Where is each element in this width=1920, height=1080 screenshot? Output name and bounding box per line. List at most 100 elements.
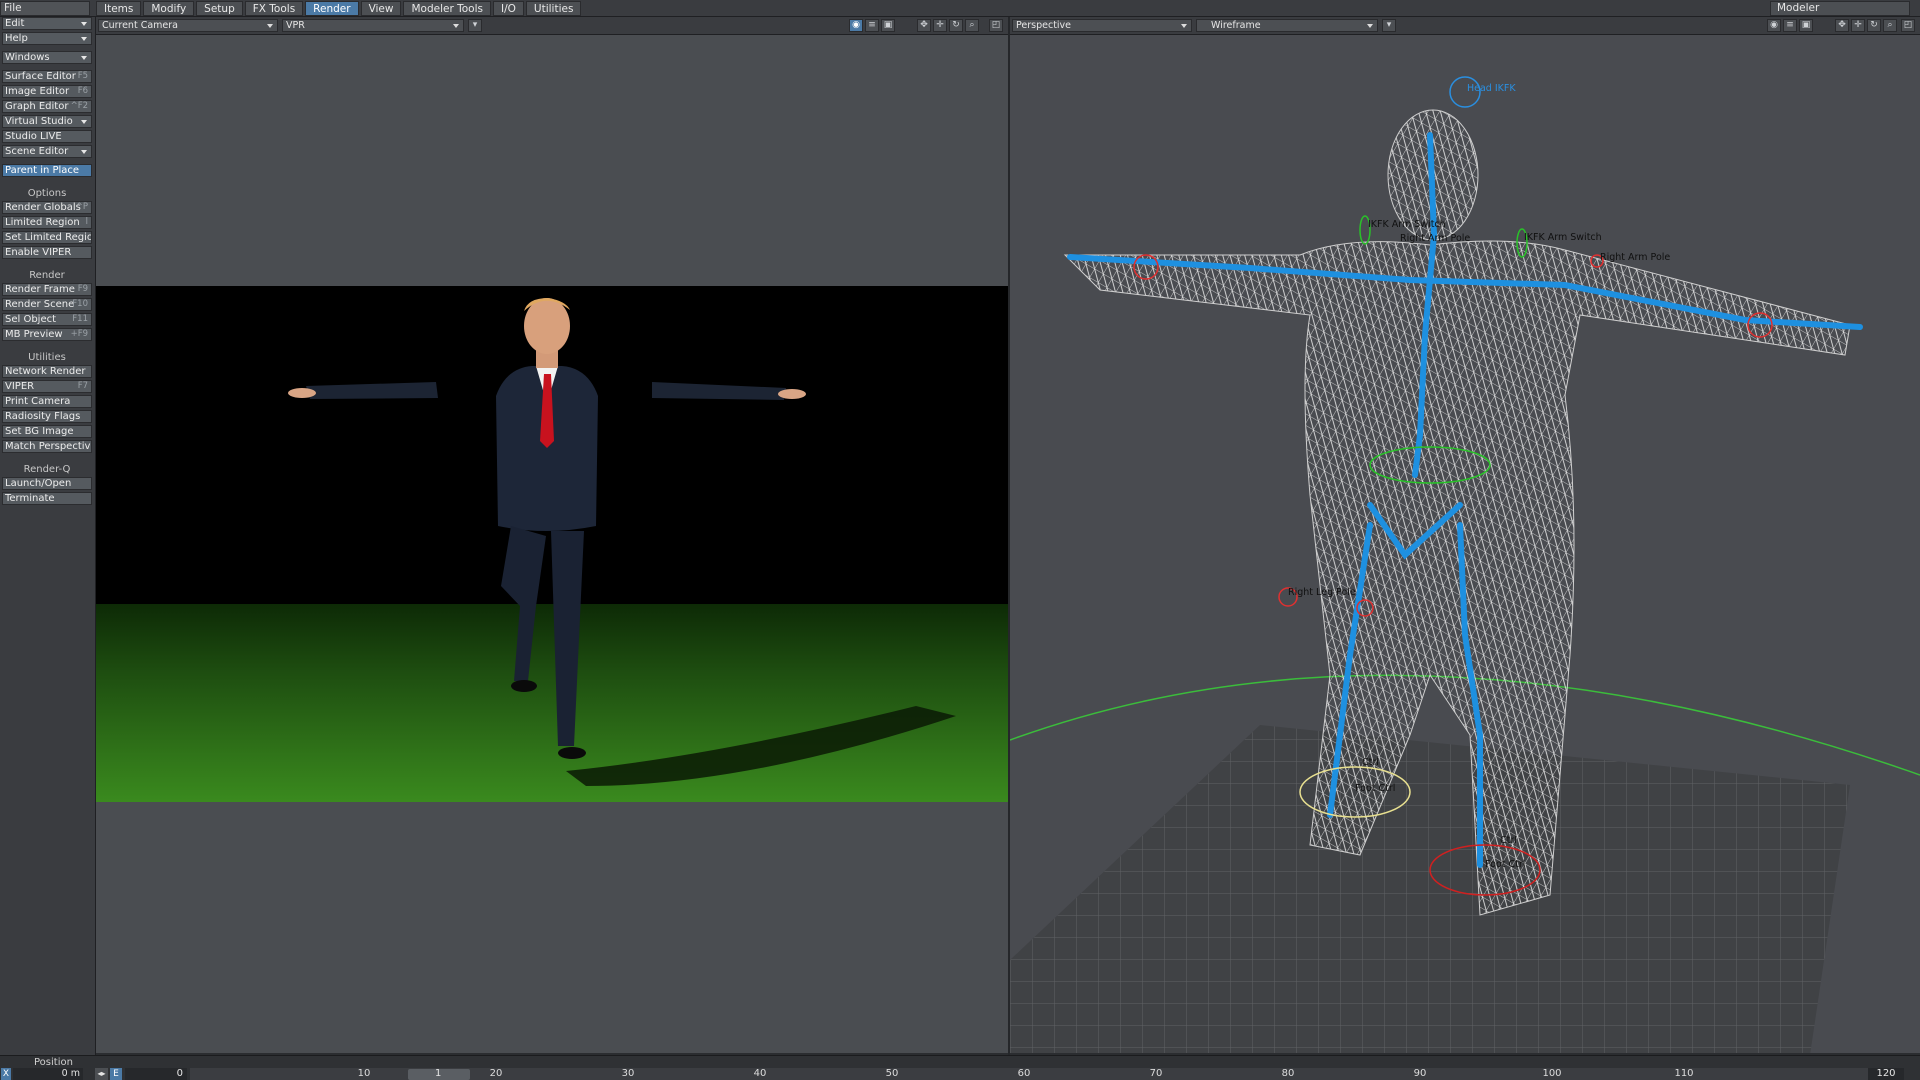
scene-editor-button[interactable]: Scene Editor [2,145,92,158]
list-icon[interactable]: ≡ [1783,19,1797,32]
shortcut-hint: F7 [77,381,88,391]
tick-label: 100 [1542,1068,1562,1079]
move-icon[interactable]: ✥ [1835,19,1849,32]
limited-region-button[interactable]: Limited Region l [2,216,92,229]
virtual-studio-button[interactable]: Virtual Studio [2,115,92,128]
end-frame-field[interactable]: 120 [1868,1068,1904,1080]
view-type-select[interactable]: Perspective [1012,19,1192,32]
ikfk-arm-switch-label: IKFK Arm Switch [1524,232,1602,243]
e-button[interactable]: E [110,1068,122,1080]
move-icon[interactable]: ✥ [917,19,931,32]
list-icon[interactable]: ≡ [865,19,879,32]
utilities-header: Utilities [28,352,66,363]
button-label: Parent in Place [5,165,80,176]
ctrl-label: Ctrl [1500,835,1517,846]
zoom-icon[interactable]: ⌕ [965,19,979,32]
sel-object-button[interactable]: Sel Object F11 [2,313,92,326]
rotate-icon[interactable]: ↻ [949,19,963,32]
maximize-icon[interactable]: ◰ [1901,19,1915,32]
camera-icon[interactable]: ◉ [1767,19,1781,32]
help-menu[interactable]: Help [2,32,92,45]
enable-viper-button[interactable]: Enable VIPER [2,246,92,259]
foot-ctrl-label: Foot Ctrl [1485,859,1525,870]
button-label: Set BG Image [5,426,74,437]
pan-icon[interactable]: ✛ [1851,19,1865,32]
windows-menu[interactable]: Windows [2,51,92,64]
button-label: Render Scene [5,299,75,310]
set-limited-region-button[interactable]: Set Limited Region [2,231,92,244]
tab-io[interactable]: I/O [493,1,524,16]
frame-slider-track[interactable]: 1 10 20 30 40 50 60 70 80 90 100 110 [190,1068,1880,1080]
save-icon[interactable]: ▣ [1799,19,1813,32]
modeler-button[interactable]: Modeler [1770,1,1910,16]
head-ikfk-label: Head IKFK [1467,83,1516,94]
shading-mode-select[interactable]: Wireframe [1196,19,1378,32]
launch-open-button[interactable]: Launch/Open [2,477,92,490]
tab-render[interactable]: Render [305,1,359,16]
button-label: Image Editor [5,86,70,97]
terminate-button[interactable]: Terminate [2,492,92,505]
shortcut-hint: F6 [77,86,88,96]
match-perspective-button[interactable]: Match Perspective [2,440,92,453]
mb-preview-button[interactable]: MB Preview +F9 [2,328,92,341]
button-label: Scene Editor [5,146,69,157]
tab-setup[interactable]: Setup [196,1,243,16]
tab-modify[interactable]: Modify [143,1,195,16]
button-label: Graph Editor [5,101,69,112]
radiosity-flags-button[interactable]: Radiosity Flags [2,410,92,423]
button-label: Radiosity Flags [5,411,81,422]
shortcut-hint: l [85,217,88,227]
tab-modeler-tools[interactable]: Modeler Tools [403,1,491,16]
shortcut-hint: +F9 [70,329,88,339]
tick-label: 60 [1017,1068,1031,1079]
foot-ctrl-label: Foot Ctrl [1355,783,1395,794]
viewport-options-dropdown-icon[interactable]: ▾ [1382,19,1396,32]
viper-button[interactable]: VIPER F7 [2,380,92,393]
edit-menu[interactable]: Edit [2,17,92,30]
zoom-icon[interactable]: ⌕ [1883,19,1897,32]
parent-in-place-button[interactable]: Parent in Place [2,164,92,177]
tick-label: 40 [753,1068,767,1079]
viewport-options-dropdown-icon[interactable]: ▾ [468,19,482,32]
render-scene-button[interactable]: Render Scene F10 [2,298,92,311]
render-globals-button[interactable]: Render Globals ^P [2,201,92,214]
image-editor-button[interactable]: Image Editor F6 [2,85,92,98]
tab-fx-tools[interactable]: FX Tools [244,1,304,16]
camera-icon[interactable]: ◉ [849,19,863,32]
right-arm-pole-label: Right Arm Pole [1600,252,1670,263]
studio-live-button[interactable]: Studio LIVE [2,130,92,143]
tick-label: 80 [1281,1068,1295,1079]
set-bg-image-button[interactable]: Set BG Image [2,425,92,438]
pan-icon[interactable]: ✛ [933,19,947,32]
tick-label: 50 [885,1068,899,1079]
shortcut-hint: ^F2 [70,101,88,111]
position-value-field[interactable]: 0 m [13,1068,83,1080]
step-arrows-icon[interactable]: ◂▸ [95,1068,108,1080]
perspective-viewport[interactable]: Head IKFK IKFK Arm Switch IKFK Arm Switc… [1009,35,1920,1055]
camera-select[interactable]: Current Camera [98,19,278,32]
button-label: Limited Region [5,217,80,228]
render-q-header: Render-Q [23,464,71,475]
save-icon[interactable]: ▣ [881,19,895,32]
rotate-icon[interactable]: ↻ [1867,19,1881,32]
render-mode-select[interactable]: VPR [282,19,464,32]
current-frame-field[interactable]: 0 [125,1068,187,1080]
tick-label: 110 [1674,1068,1694,1079]
tab-items[interactable]: Items [96,1,142,16]
surface-editor-button[interactable]: Surface Editor F5 [2,70,92,83]
shortcut-hint: F10 [72,299,88,309]
axis-x-button[interactable]: X [1,1068,11,1080]
shortcut-hint: ^P [75,202,88,212]
render-frame-button[interactable]: Render Frame F9 [2,283,92,296]
left-toolbar: Edit Help Windows Surface Editor F5 Image… [0,17,96,1055]
file-menu[interactable]: File [0,1,90,16]
graph-editor-button[interactable]: Graph Editor ^F2 [2,100,92,113]
network-render-button[interactable]: Network Render [2,365,92,378]
ctrl-label: Ctrl [1362,757,1379,768]
tab-utilities[interactable]: Utilities [525,1,582,16]
button-label: Terminate [5,493,55,504]
frame-slider-handle[interactable]: 1 [408,1068,470,1080]
print-camera-button[interactable]: Print Camera [2,395,92,408]
maximize-icon[interactable]: ◰ [989,19,1003,32]
tab-view[interactable]: View [360,1,402,16]
